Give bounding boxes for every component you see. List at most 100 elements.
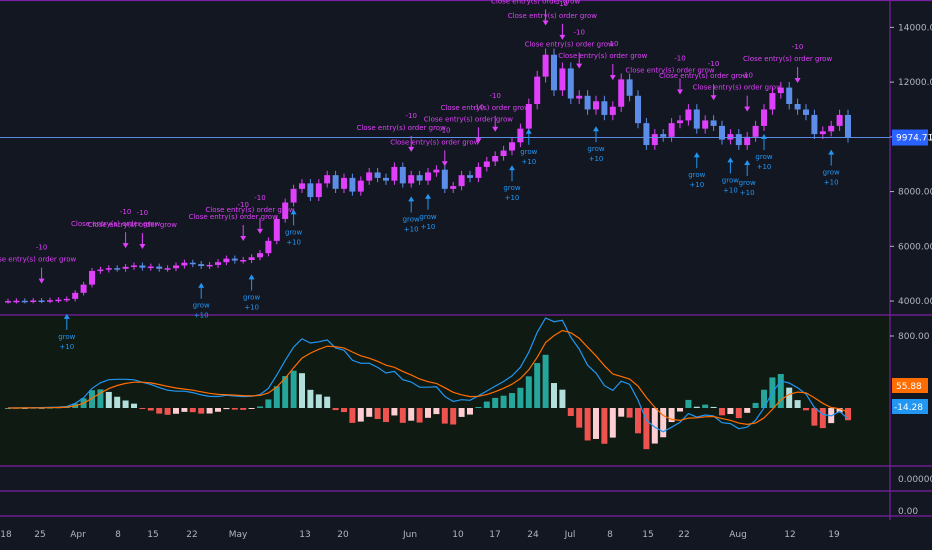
time-tick-label: 13 xyxy=(299,530,310,540)
time-tick-label: Jun xyxy=(402,530,417,540)
histogram-bar xyxy=(357,408,364,422)
histogram-bar xyxy=(811,408,818,426)
candle-body xyxy=(467,175,473,178)
candle-body xyxy=(223,258,230,263)
time-tick-label: 24 xyxy=(527,530,539,540)
histogram-bar xyxy=(567,408,574,417)
last-price-badge-text: 9974.71 xyxy=(896,134,932,144)
histogram-bar xyxy=(273,386,280,408)
histogram-bar xyxy=(131,403,137,408)
candle-body xyxy=(139,265,146,268)
histogram-bar xyxy=(408,408,415,421)
histogram-bar xyxy=(702,404,709,408)
sell-order-label: Close entry(s) order grow xyxy=(88,221,177,229)
sell-qty-label: -10 xyxy=(573,29,584,37)
histogram-bar xyxy=(248,408,255,409)
candle-body xyxy=(710,120,717,126)
candle-body xyxy=(97,269,104,272)
candle-body xyxy=(509,142,515,151)
histogram-bar xyxy=(139,408,146,409)
sell-qty-label: -10 xyxy=(792,43,803,51)
candle-body xyxy=(483,161,490,167)
histogram-bar xyxy=(299,373,305,408)
histogram-bar xyxy=(391,408,398,416)
buy-qty-label: +10 xyxy=(740,189,755,197)
histogram-bar xyxy=(576,408,583,428)
candle-body xyxy=(492,156,499,162)
candle-body xyxy=(584,95,591,110)
histogram-bar xyxy=(761,389,767,408)
buy-qty-label: +10 xyxy=(521,158,536,166)
histogram-bar xyxy=(551,383,557,408)
candle-body xyxy=(307,183,314,198)
histogram-bar xyxy=(265,399,272,408)
price-tick-label: 4000.00 xyxy=(898,297,932,307)
macd-tick-label: 800.00 xyxy=(898,332,930,342)
histogram-bar xyxy=(441,408,448,424)
sell-qty-label: -10 xyxy=(741,72,752,80)
candle-body xyxy=(450,186,457,189)
buy-qty-label: +10 xyxy=(286,238,301,246)
candle-body xyxy=(299,183,305,189)
candle-body xyxy=(735,134,742,146)
histogram-bar xyxy=(744,408,751,413)
time-tick-label: 15 xyxy=(642,530,653,540)
candle-body xyxy=(357,180,364,192)
candle-body xyxy=(744,136,751,146)
candle-body xyxy=(248,257,255,260)
candle-body xyxy=(231,258,238,261)
histogram-bar xyxy=(458,408,465,417)
trading-chart[interactable]: -10 Close entry(s) order grow -10 Close ent… xyxy=(0,0,932,550)
macd-value-badge-text: 55.88 xyxy=(896,382,922,392)
histogram-bar xyxy=(173,408,179,414)
candle-body xyxy=(215,262,221,265)
candle-body xyxy=(643,123,650,146)
histogram-bar xyxy=(542,354,549,408)
histogram-bar xyxy=(349,408,356,423)
time-tick-label: 17 xyxy=(489,530,500,540)
candle-body xyxy=(189,262,196,265)
time-tick-label: 22 xyxy=(678,530,689,540)
histogram-bar xyxy=(341,408,347,413)
buy-qty-label: +10 xyxy=(194,312,209,320)
candle-body xyxy=(635,95,641,124)
candle-body xyxy=(441,169,448,189)
histogram-bar xyxy=(307,389,314,408)
buy-qty-label: +10 xyxy=(689,181,704,189)
sell-order-label: Close entry(s) order grow xyxy=(424,115,513,123)
candle-body xyxy=(47,300,53,302)
candle-body xyxy=(500,150,507,156)
pane4-tick-label: 0.00 xyxy=(898,507,918,517)
candle-body xyxy=(769,93,776,110)
histogram-bar xyxy=(181,408,188,412)
histogram-bar xyxy=(677,408,683,412)
candle-body xyxy=(290,188,297,203)
candle-body xyxy=(693,109,700,129)
histogram-bar xyxy=(231,408,238,410)
candle-body xyxy=(273,218,280,241)
histogram-bar xyxy=(366,408,373,417)
histogram-bar xyxy=(500,395,507,408)
buy-order-label: grow xyxy=(503,184,520,192)
buy-qty-label: +10 xyxy=(59,343,74,351)
candle-body xyxy=(5,301,11,303)
candle-body xyxy=(425,172,431,181)
sell-qty-label: -10 xyxy=(254,194,265,202)
sell-qty-label: -10 xyxy=(607,40,618,48)
histogram-bar xyxy=(450,408,457,425)
sell-order-label: Close entry(s) order grow xyxy=(0,256,76,264)
buy-qty-label: +10 xyxy=(421,223,436,231)
histogram-bar xyxy=(290,370,297,408)
sell-order-label: Close entry(s) order grow xyxy=(508,12,597,20)
time-tick-label: 8 xyxy=(607,530,613,540)
candle-body xyxy=(72,292,79,299)
histogram-bar xyxy=(559,389,566,408)
sell-order-label: Close entry(s) order grow xyxy=(693,84,782,92)
histogram-bar xyxy=(332,408,339,411)
histogram-bar xyxy=(719,408,725,416)
candle-body xyxy=(164,268,171,270)
price-tick-label: 12000.00 xyxy=(898,78,932,88)
candle-body xyxy=(114,268,121,270)
candle-body xyxy=(156,266,163,269)
candle-body xyxy=(416,175,423,181)
